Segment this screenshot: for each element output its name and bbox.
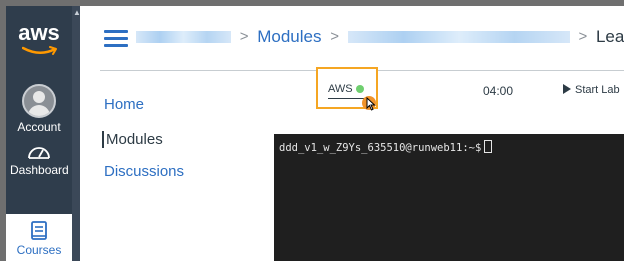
terminal-prompt: ddd_v1_w_Z9Ys_635510@runweb11:~$: [279, 142, 482, 154]
aws-status-label: AWS: [328, 83, 353, 95]
breadcrumb-separator: >: [330, 28, 339, 46]
course-nav-discussions[interactable]: Discussions: [104, 163, 184, 180]
courses-book-icon: [31, 221, 47, 240]
course-nav-modules[interactable]: Modules: [102, 131, 163, 148]
scroll-up-icon[interactable]: ▲: [73, 8, 81, 18]
play-icon: [563, 84, 571, 94]
nav-dashboard[interactable]: Dashboard: [6, 141, 72, 178]
terminal-prompt-line: ddd_v1_w_Z9Ys_635510@runweb11:~$: [279, 140, 493, 154]
mouse-pointer-icon: [366, 97, 376, 111]
breadcrumb-course-blurred[interactable]: [136, 30, 231, 43]
terminal-cursor: [484, 140, 493, 153]
avatar-icon: [22, 84, 56, 118]
breadcrumb-separator: >: [578, 28, 588, 46]
nav-account[interactable]: Account: [6, 84, 72, 134]
start-lab-label: Start Lab: [575, 84, 620, 96]
status-dot-icon: [355, 85, 364, 94]
breadcrumb-separator: >: [239, 28, 249, 46]
nav-courses-label: Courses: [16, 243, 62, 257]
aws-logo-text: aws: [18, 20, 60, 45]
nav-account-label: Account: [17, 120, 61, 134]
aws-status-link[interactable]: AWS: [328, 83, 364, 99]
dashboard-icon: [28, 147, 50, 159]
start-lab-button[interactable]: Start Lab: [563, 84, 620, 96]
aws-logo[interactable]: aws: [12, 20, 72, 70]
breadcrumb-learner: Learner: [595, 26, 624, 46]
nav-scrollbar[interactable]: ▲: [72, 6, 81, 261]
global-nav: ▲ aws Account Dashboard Courses: [6, 6, 81, 261]
breadcrumb-modules[interactable]: Modules: [257, 27, 321, 47]
nav-dashboard-label: Dashboard: [10, 163, 69, 177]
terminal[interactable]: ddd_v1_w_Z9Ys_635510@runweb11:~$: [274, 134, 624, 261]
aws-smile-icon: [22, 46, 57, 55]
course-nav-home[interactable]: Home: [104, 96, 144, 113]
breadcrumb-module-blurred[interactable]: [347, 30, 570, 43]
hamburger-menu-icon[interactable]: [104, 30, 128, 48]
lab-timer: 04:00: [483, 84, 514, 98]
breadcrumb: > Modules > > Learner: [136, 26, 624, 50]
nav-courses[interactable]: Courses: [6, 214, 72, 261]
